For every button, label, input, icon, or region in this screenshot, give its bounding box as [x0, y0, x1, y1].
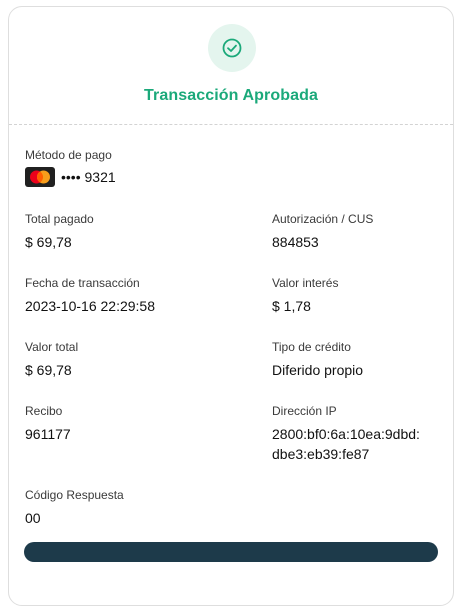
authorization-label: Autorización / CUS — [272, 212, 374, 226]
action-button[interactable] — [24, 542, 438, 562]
payment-method-field: Método de pago •••• 9321 — [25, 148, 116, 187]
ip-address-value: 2800:bf0:6a:10ea:9dbd: dbe3:eb39:fe87 — [272, 424, 420, 464]
mastercard-icon — [25, 167, 55, 187]
transaction-status-title: Transacción Aprobada — [144, 87, 318, 104]
ip-address-label: Dirección IP — [272, 404, 337, 418]
card-number-mask: •••• 9321 — [61, 169, 116, 185]
transaction-date-label: Fecha de transacción — [25, 276, 140, 290]
ip-address-line-1: 2800:bf0:6a:10ea:9dbd: — [272, 426, 420, 442]
response-code-label: Código Respuesta — [25, 488, 124, 502]
receipt-field: Recibo 961177 — [25, 404, 71, 444]
checkmark-icon — [222, 38, 242, 58]
response-code-field: Código Respuesta 00 — [25, 488, 124, 528]
transaction-header: Transacción Aprobada — [9, 7, 453, 124]
interest-value-field: Valor interés $ 1,78 — [272, 276, 338, 316]
authorization-field: Autorización / CUS 884853 — [272, 212, 373, 252]
credit-type-value: Diferido propio — [272, 362, 364, 378]
interest-value-label: Valor interés — [272, 276, 339, 290]
authorization-value: 884853 — [272, 234, 319, 250]
dashed-divider — [9, 124, 453, 125]
transaction-date-value: 2023-10-16 22:29:58 — [25, 298, 155, 314]
receipt-value: 961177 — [25, 426, 71, 442]
total-value-field: Valor total $ 69,78 — [25, 340, 78, 380]
transaction-card: Transacción Aprobada Método de pago ••••… — [8, 6, 454, 606]
check-circle-icon — [208, 24, 256, 72]
interest-value-value: $ 1,78 — [272, 298, 311, 314]
total-value-label: Valor total — [25, 340, 79, 354]
transaction-date-field: Fecha de transacción 2023-10-16 22:29:58 — [25, 276, 155, 316]
receipt-label: Recibo — [25, 404, 63, 418]
credit-type-label: Tipo de crédito — [272, 340, 351, 354]
credit-type-field: Tipo de crédito Diferido propio — [272, 340, 363, 380]
response-code-value: 00 — [25, 510, 41, 526]
ip-address-line-2: dbe3:eb39:fe87 — [272, 446, 370, 462]
payment-method-label: Método de pago — [25, 148, 112, 162]
ip-address-field: Dirección IP 2800:bf0:6a:10ea:9dbd: dbe3… — [272, 404, 420, 464]
total-value-value: $ 69,78 — [25, 362, 72, 378]
total-paid-field: Total pagado $ 69,78 — [25, 212, 94, 252]
total-paid-label: Total pagado — [25, 212, 94, 226]
total-paid-value: $ 69,78 — [25, 234, 72, 250]
